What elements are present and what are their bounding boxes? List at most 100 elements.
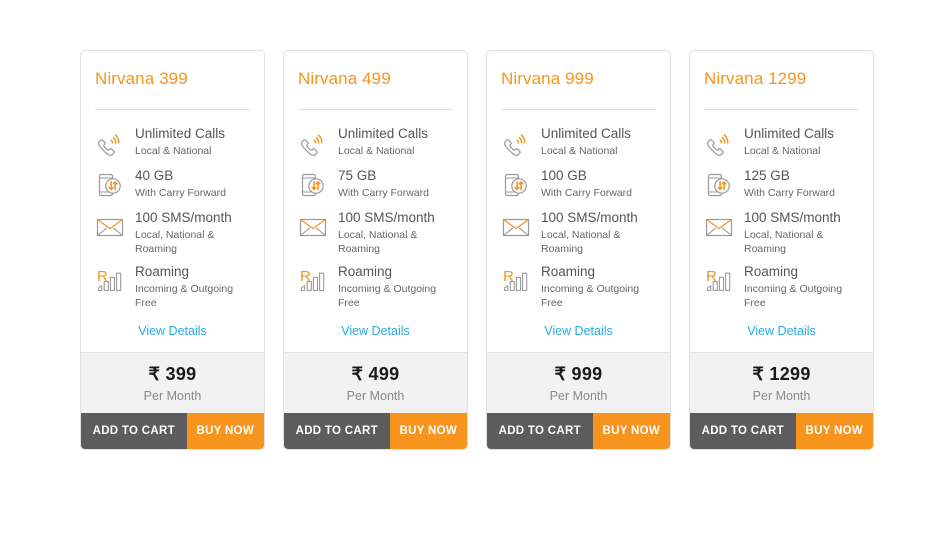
card-actions: ADD TO CART BUY NOW bbox=[487, 413, 670, 449]
add-to-cart-button[interactable]: ADD TO CART bbox=[284, 413, 390, 449]
feature-row: 100 SMS/month Local, National & Roaming bbox=[702, 208, 861, 256]
feature-list: Unlimited Calls Local & National 125 GB Wit… bbox=[690, 110, 873, 316]
billing-period-label: Per Month bbox=[346, 389, 405, 403]
plan-title: Nirvana 399 bbox=[95, 69, 188, 88]
buy-now-button[interactable]: BUY NOW bbox=[795, 413, 873, 449]
feature-list: Unlimited Calls Local & National 40 GB With… bbox=[81, 110, 264, 316]
feature-subtitle: Local & National bbox=[744, 145, 821, 157]
feature-subtitle: Local, National & Roaming bbox=[744, 229, 824, 255]
envelope-icon bbox=[499, 210, 533, 244]
pricing-card: Nirvana 1299 Unlimited Calls Local & Natio… bbox=[689, 50, 874, 450]
feature-row: Unlimited Calls Local & National bbox=[296, 124, 455, 160]
add-to-cart-button[interactable]: ADD TO CART bbox=[81, 413, 187, 449]
card-actions: ADD TO CART BUY NOW bbox=[81, 413, 264, 449]
phone-signal-icon bbox=[702, 126, 736, 160]
pricing-card: Nirvana 999 Unlimited Calls Local & Nation… bbox=[486, 50, 671, 450]
data-transfer-icon bbox=[93, 168, 127, 202]
roaming-signal-bars-icon: R bbox=[499, 264, 533, 298]
billing-period-label: Per Month bbox=[752, 389, 811, 403]
feature-subtitle: With Carry Forward bbox=[338, 187, 430, 199]
card-actions: ADD TO CART BUY NOW bbox=[284, 413, 467, 449]
price-section: ₹ 399 Per Month bbox=[81, 352, 264, 413]
envelope-icon bbox=[702, 210, 736, 244]
feature-list: Unlimited Calls Local & National 100 GB Wit… bbox=[487, 110, 670, 316]
feature-title: Unlimited Calls bbox=[744, 126, 835, 141]
svg-text:R: R bbox=[706, 268, 717, 285]
feature-row: 125 GB With Carry Forward bbox=[702, 166, 861, 202]
feature-title: 125 GB bbox=[744, 168, 790, 183]
pricing-card: Nirvana 399 Unlimited Calls Local & Nation… bbox=[80, 50, 265, 450]
svg-text:R: R bbox=[97, 268, 108, 285]
feature-title: 75 GB bbox=[338, 168, 377, 183]
plan-title: Nirvana 499 bbox=[298, 69, 391, 88]
pricing-card-list: Nirvana 399 Unlimited Calls Local & Nation… bbox=[80, 50, 874, 450]
price-section: ₹ 499 Per Month bbox=[284, 352, 467, 413]
plan-title: Nirvana 1299 bbox=[704, 69, 807, 88]
feature-subtitle: With Carry Forward bbox=[744, 187, 836, 199]
feature-row: R Roaming Incoming & Outgoing Free bbox=[499, 262, 658, 310]
feature-title: 100 SMS/month bbox=[541, 210, 638, 225]
svg-text:R: R bbox=[503, 268, 514, 285]
feature-row: 40 GB With Carry Forward bbox=[93, 166, 252, 202]
add-to-cart-button[interactable]: ADD TO CART bbox=[690, 413, 796, 449]
buy-now-button[interactable]: BUY NOW bbox=[592, 413, 670, 449]
feature-title: Roaming bbox=[744, 264, 799, 279]
feature-row: 75 GB With Carry Forward bbox=[296, 166, 455, 202]
card-actions: ADD TO CART BUY NOW bbox=[690, 413, 873, 449]
feature-subtitle: Incoming & Outgoing Free bbox=[541, 283, 640, 309]
feature-subtitle: Incoming & Outgoing Free bbox=[135, 283, 234, 309]
buy-now-button[interactable]: BUY NOW bbox=[186, 413, 264, 449]
add-to-cart-button[interactable]: ADD TO CART bbox=[487, 413, 593, 449]
feature-subtitle: Local, National & Roaming bbox=[541, 229, 621, 255]
feature-row: Unlimited Calls Local & National bbox=[499, 124, 658, 160]
feature-title: Roaming bbox=[338, 264, 393, 279]
buy-now-button[interactable]: BUY NOW bbox=[389, 413, 467, 449]
roaming-signal-bars-icon: R bbox=[93, 264, 127, 298]
feature-subtitle: Local & National bbox=[541, 145, 618, 157]
phone-signal-icon bbox=[93, 126, 127, 160]
feature-title: 40 GB bbox=[135, 168, 174, 183]
feature-subtitle: With Carry Forward bbox=[135, 187, 227, 199]
feature-title: Unlimited Calls bbox=[541, 126, 632, 141]
feature-list: Unlimited Calls Local & National 75 GB With… bbox=[284, 110, 467, 316]
plan-price: ₹ 1299 bbox=[752, 364, 811, 384]
feature-subtitle: With Carry Forward bbox=[541, 187, 633, 199]
data-transfer-icon bbox=[499, 168, 533, 202]
envelope-icon bbox=[93, 210, 127, 244]
view-details-link[interactable]: View Details bbox=[690, 316, 873, 352]
feature-title: 100 SMS/month bbox=[338, 210, 435, 225]
view-details-link[interactable]: View Details bbox=[487, 316, 670, 352]
feature-subtitle: Local, National & Roaming bbox=[135, 229, 215, 255]
data-transfer-icon bbox=[296, 168, 330, 202]
billing-period-label: Per Month bbox=[549, 389, 608, 403]
pricing-card: Nirvana 499 Unlimited Calls Local & Nation… bbox=[283, 50, 468, 450]
plan-title: Nirvana 999 bbox=[501, 69, 594, 88]
feature-title: 100 SMS/month bbox=[744, 210, 841, 225]
plan-price: ₹ 499 bbox=[351, 364, 400, 384]
feature-title: 100 GB bbox=[541, 168, 587, 183]
price-section: ₹ 999 Per Month bbox=[487, 352, 670, 413]
feature-row: 100 SMS/month Local, National & Roaming bbox=[93, 208, 252, 256]
view-details-link[interactable]: View Details bbox=[284, 316, 467, 352]
feature-title: Unlimited Calls bbox=[135, 126, 226, 141]
feature-row: R Roaming Incoming & Outgoing Free bbox=[93, 262, 252, 310]
plan-price: ₹ 999 bbox=[554, 364, 603, 384]
feature-title: Roaming bbox=[135, 264, 190, 279]
feature-title: Roaming bbox=[541, 264, 596, 279]
view-details-link[interactable]: View Details bbox=[81, 316, 264, 352]
roaming-signal-bars-icon: R bbox=[702, 264, 736, 298]
feature-subtitle: Incoming & Outgoing Free bbox=[338, 283, 437, 309]
feature-row: 100 SMS/month Local, National & Roaming bbox=[296, 208, 455, 256]
feature-row: 100 GB With Carry Forward bbox=[499, 166, 658, 202]
feature-row: Unlimited Calls Local & National bbox=[93, 124, 252, 160]
feature-subtitle: Local & National bbox=[338, 145, 415, 157]
pricing-plans-page: Nirvana 399 Unlimited Calls Local & Nation… bbox=[0, 0, 950, 550]
feature-subtitle: Local & National bbox=[135, 145, 212, 157]
svg-text:R: R bbox=[300, 268, 311, 285]
phone-signal-icon bbox=[296, 126, 330, 160]
feature-row: R Roaming Incoming & Outgoing Free bbox=[296, 262, 455, 310]
feature-row: 100 SMS/month Local, National & Roaming bbox=[499, 208, 658, 256]
phone-signal-icon bbox=[499, 126, 533, 160]
feature-title: 100 SMS/month bbox=[135, 210, 232, 225]
roaming-signal-bars-icon: R bbox=[296, 264, 330, 298]
